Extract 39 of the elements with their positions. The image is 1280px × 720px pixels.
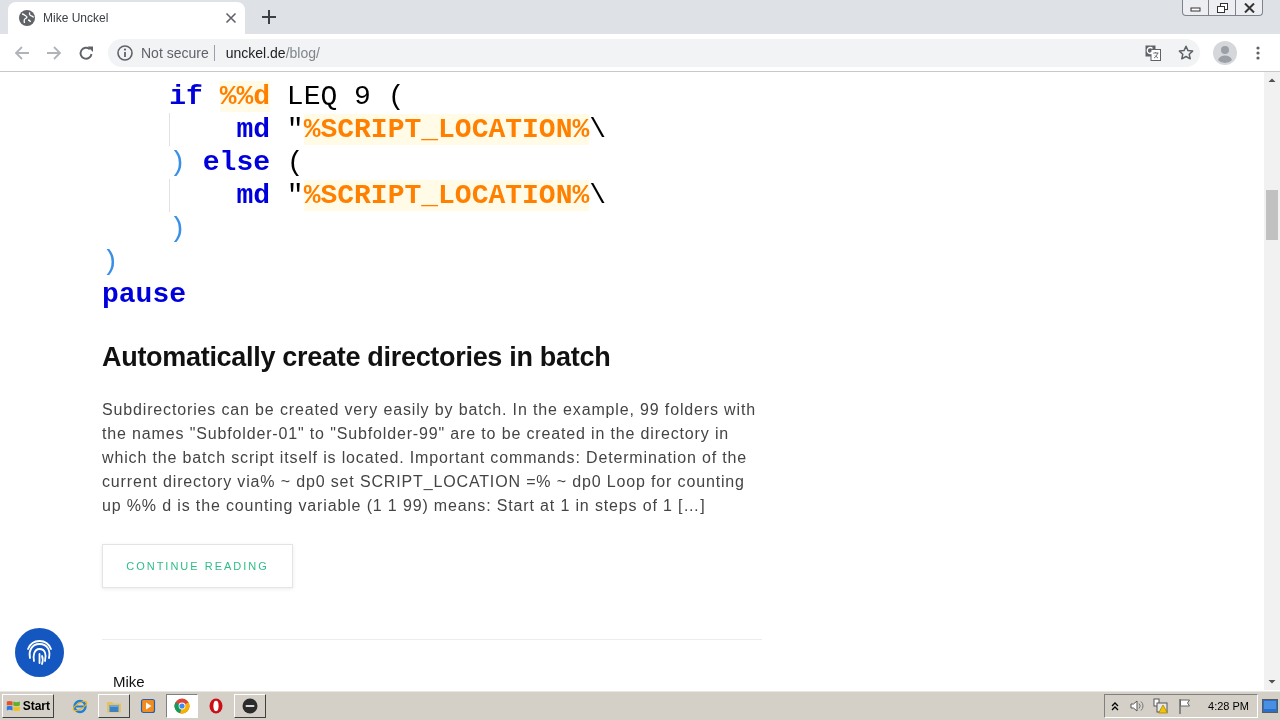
globe-icon <box>19 10 35 26</box>
speaker-icon[interactable] <box>1129 697 1146 714</box>
url-text: unckel.de/blog/ <box>225 44 320 61</box>
tricolor-circle-icon <box>174 697 190 714</box>
fingerprint-icon[interactable] <box>15 628 64 677</box>
clock-text[interactable]: 4:28 PM <box>1208 699 1249 712</box>
address-bar[interactable]: Not secure unckel.de/blog/ <box>108 38 1200 67</box>
post-excerpt: Subdirectories can be created very easily by batch. In the example, 99 folders with the names "Subfolder-01" to "Subfolder-99" are to be created in the directory in which the batch script itself is located. Important commands: Determination of the current directory via% ~ dp0 set SCRIPT_LOCATION =% ~ dp0 Loop for counting up %% d is the counting variable (1 1 99) means: Start at 1 in steps of 1 […] <box>102 400 757 516</box>
ring-icon[interactable] <box>208 697 224 714</box>
plus-icon[interactable] <box>262 10 276 24</box>
code-line: ) else ( <box>169 146 304 179</box>
security-label: Not secure <box>141 44 209 61</box>
code-line: md "%SCRIPT_LOCATION%\ <box>236 179 607 212</box>
code-line: ) <box>169 212 186 245</box>
reload-icon[interactable] <box>78 44 94 61</box>
code-line: if %%d LEQ 9 ( <box>169 80 405 113</box>
start-button[interactable]: Start <box>2 693 54 718</box>
avatar-icon[interactable] <box>1213 40 1237 65</box>
scrollbar-thumb[interactable] <box>1266 190 1278 240</box>
code-line: pause <box>102 278 186 311</box>
close-button[interactable] <box>1236 0 1263 16</box>
scrollbar-track[interactable] <box>1264 72 1280 690</box>
star-icon[interactable] <box>1178 44 1194 61</box>
code-line: md "%SCRIPT_LOCATION%\ <box>236 113 607 146</box>
monitor-icon[interactable] <box>1262 698 1278 713</box>
info-icon[interactable] <box>117 44 133 61</box>
globe-orbit-icon[interactable] <box>72 697 88 714</box>
close-icon <box>1243 2 1255 13</box>
network-warning-icon[interactable] <box>1153 697 1170 714</box>
close-icon[interactable] <box>223 10 239 26</box>
restore-button[interactable] <box>1209 0 1236 16</box>
restore-icon <box>1216 2 1228 13</box>
play-icon[interactable] <box>140 697 156 714</box>
dark-circle-icon <box>242 697 258 714</box>
translate-icon[interactable] <box>1145 44 1161 61</box>
browser-tab[interactable]: Mike Unckel <box>8 2 245 34</box>
author-name: Mike <box>113 673 145 690</box>
post-title: Automatically create directories in batch <box>102 341 611 373</box>
code-line: ) <box>102 245 119 278</box>
